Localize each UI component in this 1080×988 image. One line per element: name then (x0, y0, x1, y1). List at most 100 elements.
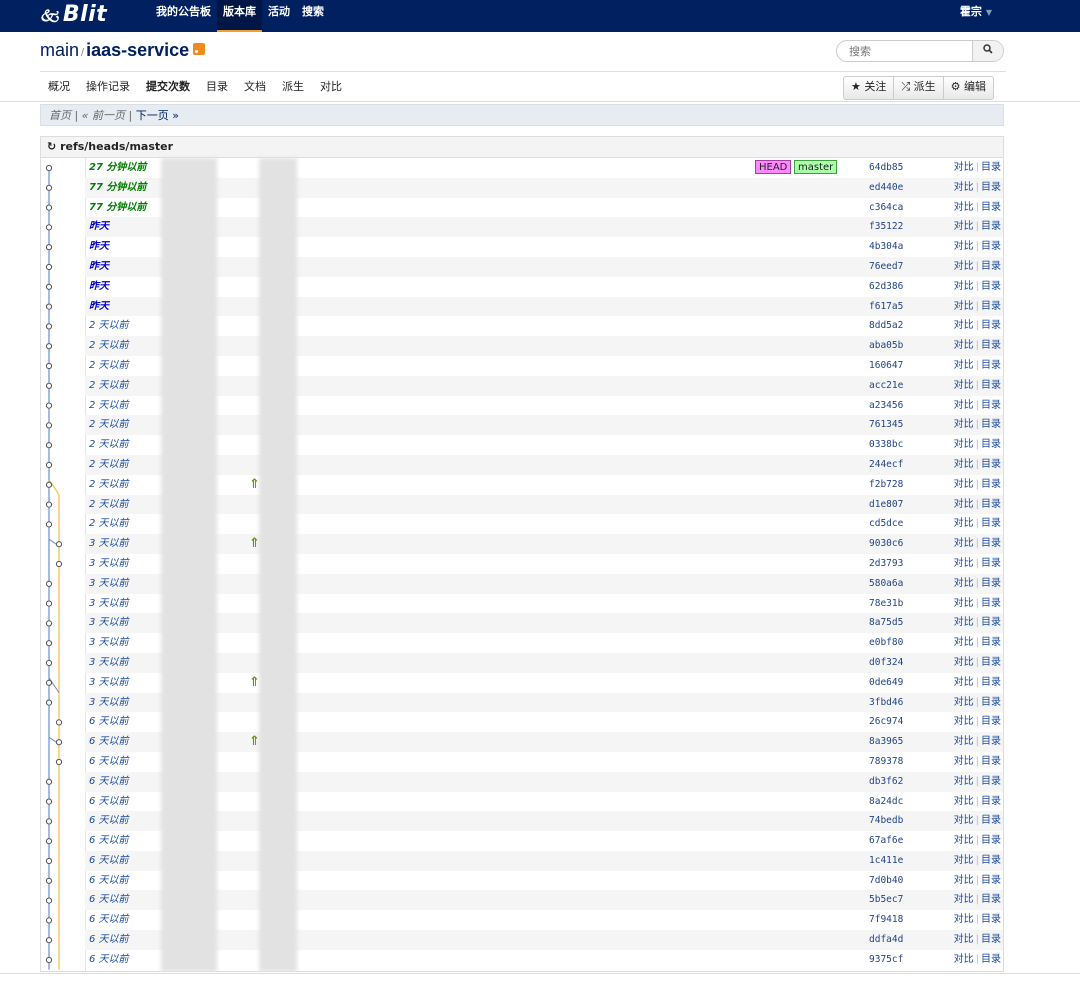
commit-hash[interactable]: c364ca (869, 198, 903, 218)
commit-hash[interactable]: 76eed7 (869, 257, 903, 277)
commit-hash[interactable]: f617a5 (869, 297, 903, 317)
commit-hash[interactable]: db3f62 (869, 772, 903, 792)
compare-link[interactable]: 对比 (954, 499, 974, 510)
commit-hash[interactable]: 3fbd46 (869, 693, 903, 713)
nav-search[interactable]: 搜索 (296, 0, 330, 32)
tree-link[interactable]: 目录 (981, 518, 1001, 529)
commit-hash[interactable]: 9375cf (869, 950, 903, 970)
commit-hash[interactable]: 160647 (869, 356, 903, 376)
rss-icon[interactable] (193, 43, 206, 55)
compare-link[interactable]: 对比 (954, 776, 974, 787)
tree-link[interactable]: 目录 (981, 499, 1001, 510)
compare-link[interactable]: 对比 (954, 697, 974, 708)
compare-link[interactable]: 对比 (954, 875, 974, 886)
compare-link[interactable]: 对比 (954, 459, 974, 470)
compare-link[interactable]: 对比 (954, 815, 974, 826)
compare-link[interactable]: 对比 (954, 657, 974, 668)
tree-link[interactable]: 目录 (981, 340, 1001, 351)
commit-hash[interactable]: 64db85 (869, 158, 903, 178)
compare-link[interactable]: 对比 (954, 202, 974, 213)
nav-dashboard[interactable]: 我的公告板 (150, 0, 217, 32)
compare-link[interactable]: 对比 (954, 756, 974, 767)
compare-link[interactable]: 对比 (954, 380, 974, 391)
tab-compare[interactable]: 对比 (312, 76, 350, 98)
tree-link[interactable]: 目录 (981, 914, 1001, 925)
compare-link[interactable]: 对比 (954, 835, 974, 846)
compare-link[interactable]: 对比 (954, 162, 974, 173)
tab-summary[interactable]: 概况 (40, 76, 78, 98)
tree-link[interactable]: 目录 (981, 578, 1001, 589)
tree-link[interactable]: 目录 (981, 637, 1001, 648)
commit-hash[interactable]: 8a3965 (869, 732, 903, 752)
compare-link[interactable]: 对比 (954, 320, 974, 331)
compare-link[interactable]: 对比 (954, 182, 974, 193)
compare-link[interactable]: 对比 (954, 617, 974, 628)
commit-hash[interactable]: d1e807 (869, 495, 903, 515)
commit-hash[interactable]: acc21e (869, 376, 903, 396)
edit-button[interactable]: ⚙ 编辑 (942, 77, 993, 99)
commit-hash[interactable]: 62d386 (869, 277, 903, 297)
compare-link[interactable]: 对比 (954, 934, 974, 945)
head-tag[interactable]: HEAD (755, 160, 792, 174)
commit-hash[interactable]: 26c974 (869, 712, 903, 732)
commit-hash[interactable]: cd5dce (869, 514, 903, 534)
tree-link[interactable]: 目录 (981, 281, 1001, 292)
user-menu[interactable]: 霍宗 ▼ (960, 0, 992, 25)
nav-activity[interactable]: 活动 (262, 0, 296, 32)
commit-hash[interactable]: 789378 (869, 752, 903, 772)
tab-reflog[interactable]: 操作记录 (78, 76, 138, 98)
compare-link[interactable]: 对比 (954, 894, 974, 905)
tree-link[interactable]: 目录 (981, 301, 1001, 312)
tree-link[interactable]: 目录 (981, 221, 1001, 232)
compare-link[interactable]: 对比 (954, 558, 974, 569)
tree-link[interactable]: 目录 (981, 598, 1001, 609)
tree-link[interactable]: 目录 (981, 815, 1001, 826)
commit-hash[interactable]: 67af6e (869, 831, 903, 851)
tree-link[interactable]: 目录 (981, 796, 1001, 807)
tree-link[interactable]: 目录 (981, 419, 1001, 430)
pager-first[interactable]: 首页 (49, 109, 71, 122)
compare-link[interactable]: 对比 (954, 419, 974, 430)
ref-name[interactable]: refs/heads/master (60, 140, 173, 153)
compare-link[interactable]: 对比 (954, 796, 974, 807)
compare-link[interactable]: 对比 (954, 400, 974, 411)
commit-hash[interactable]: 244ecf (869, 455, 903, 475)
commit-hash[interactable]: aba05b (869, 336, 903, 356)
compare-link[interactable]: 对比 (954, 637, 974, 648)
commit-hash[interactable]: a23456 (869, 396, 903, 416)
tree-link[interactable]: 目录 (981, 855, 1001, 866)
compare-link[interactable]: 对比 (954, 360, 974, 371)
search-input[interactable] (837, 41, 991, 61)
compare-link[interactable]: 对比 (954, 301, 974, 312)
compare-link[interactable]: 对比 (954, 954, 974, 965)
commit-hash[interactable]: 761345 (869, 415, 903, 435)
compare-link[interactable]: 对比 (954, 221, 974, 232)
watch-button[interactable]: ★ 关注 (844, 77, 893, 99)
compare-link[interactable]: 对比 (954, 439, 974, 450)
commit-hash[interactable]: f2b728 (869, 475, 903, 495)
compare-link[interactable]: 对比 (954, 736, 974, 747)
commit-hash[interactable]: 74bedb (869, 811, 903, 831)
tree-link[interactable]: 目录 (981, 617, 1001, 628)
commit-hash[interactable]: 78e31b (869, 594, 903, 614)
commit-hash[interactable]: ddfa4d (869, 930, 903, 950)
compare-link[interactable]: 对比 (954, 598, 974, 609)
commit-hash[interactable]: 7f9418 (869, 910, 903, 930)
compare-link[interactable]: 对比 (954, 518, 974, 529)
refresh-icon[interactable]: ↻ (47, 140, 56, 153)
tree-link[interactable]: 目录 (981, 736, 1001, 747)
commit-hash[interactable]: 8a75d5 (869, 613, 903, 633)
compare-link[interactable]: 对比 (954, 340, 974, 351)
commit-hash[interactable]: 7d0b40 (869, 871, 903, 891)
tab-forks[interactable]: 派生 (274, 76, 312, 98)
tree-link[interactable]: 目录 (981, 380, 1001, 391)
tree-link[interactable]: 目录 (981, 756, 1001, 767)
commit-hash[interactable]: 2d3793 (869, 554, 903, 574)
tree-link[interactable]: 目录 (981, 261, 1001, 272)
tab-tree[interactable]: 目录 (198, 76, 236, 98)
commit-hash[interactable]: 9030c6 (869, 534, 903, 554)
compare-link[interactable]: 对比 (954, 677, 974, 688)
commit-hash[interactable]: 5b5ec7 (869, 890, 903, 910)
tree-link[interactable]: 目录 (981, 538, 1001, 549)
tab-docs[interactable]: 文档 (236, 76, 274, 98)
